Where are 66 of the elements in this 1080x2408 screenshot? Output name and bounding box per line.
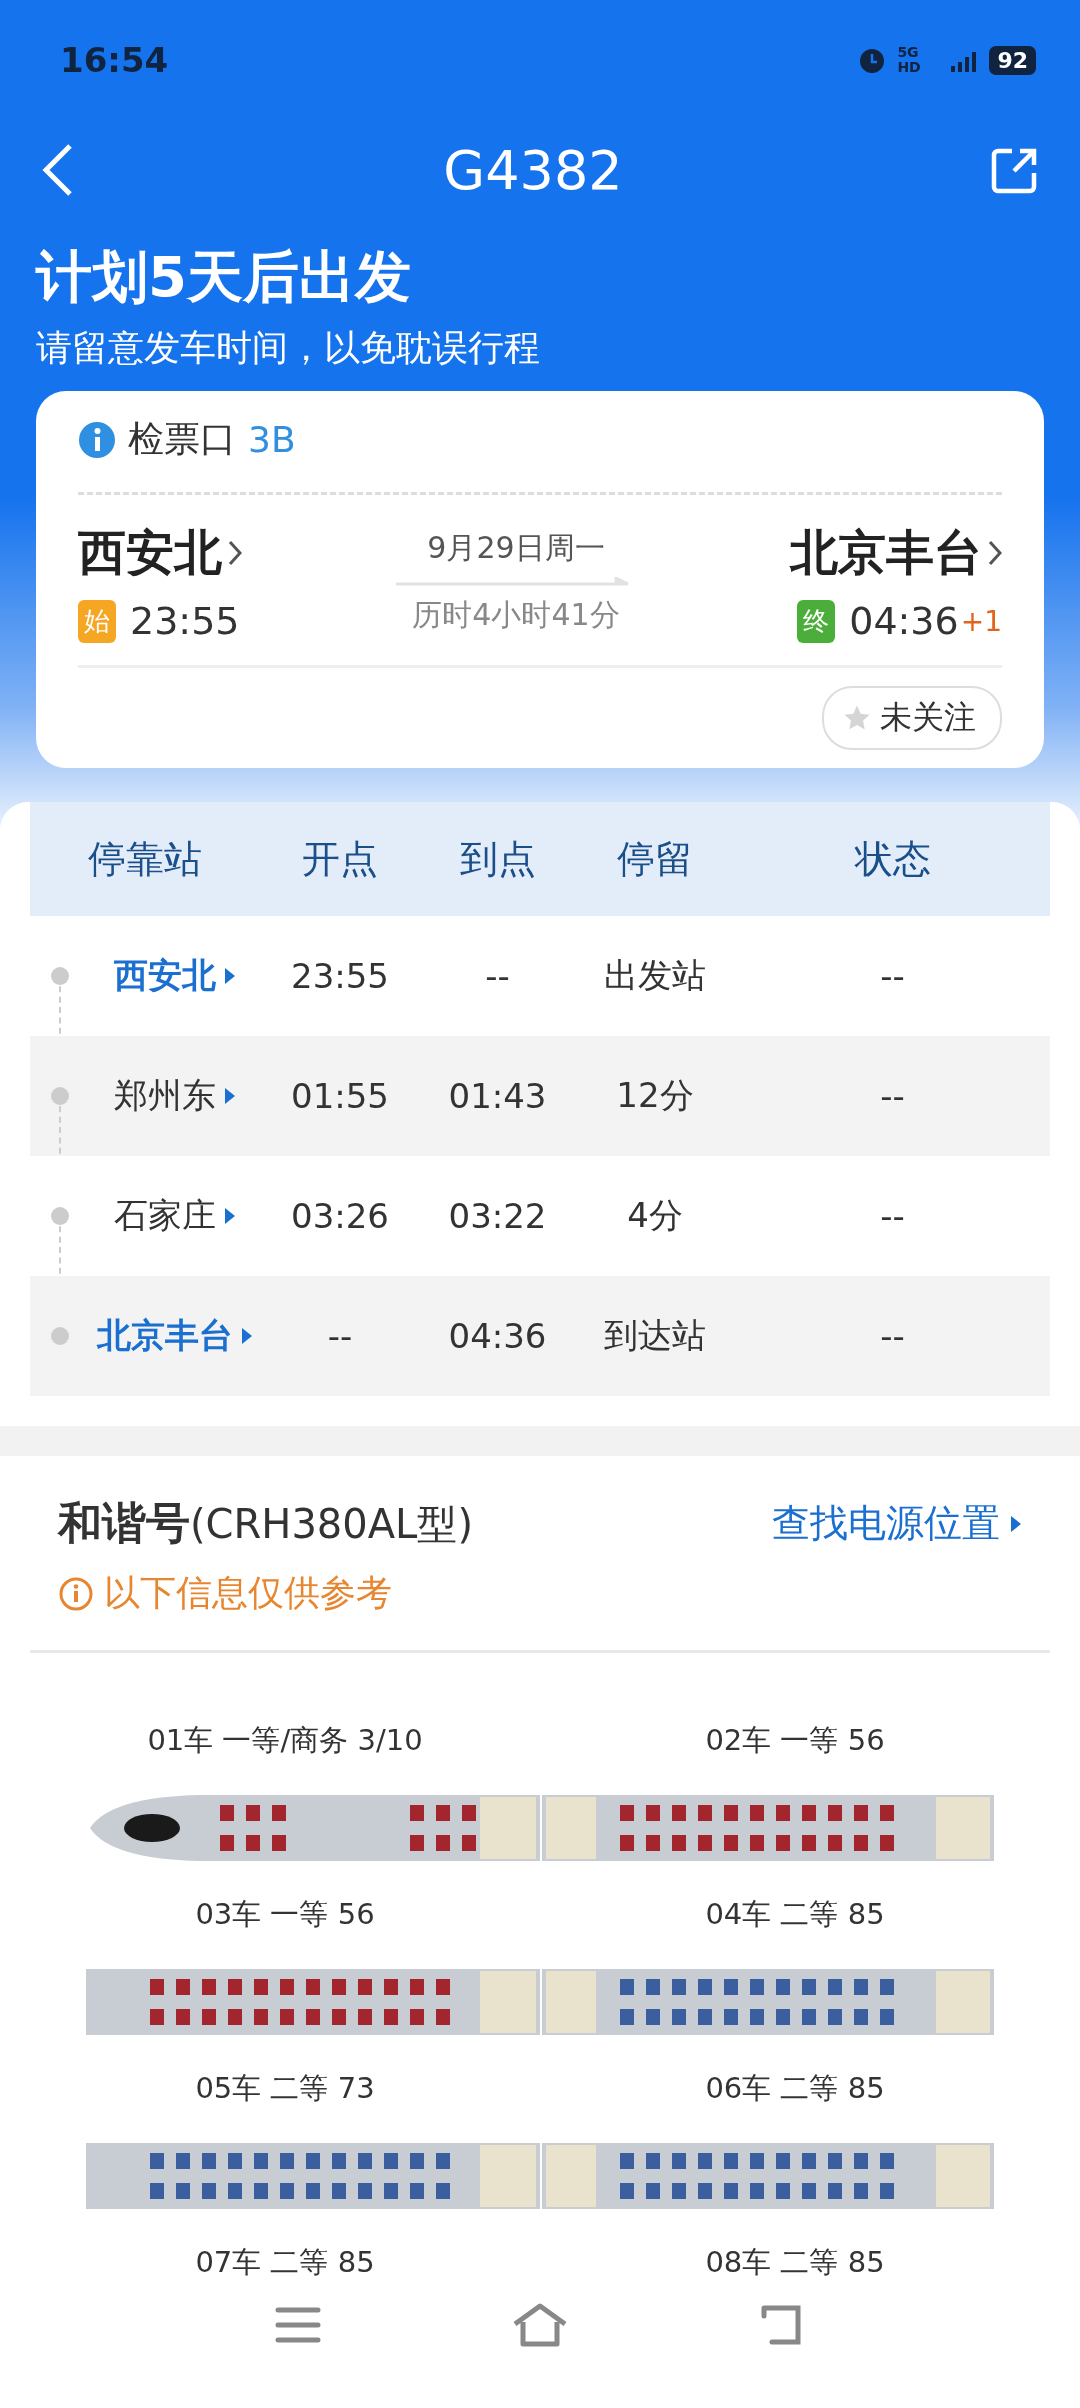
table-cell-text: -- (879, 1316, 906, 1356)
departure-headline: 计划5天后出发 (36, 243, 412, 311)
table-cell-text: 03:22 (447, 1196, 548, 1236)
departure-reminder: 请留意发车时间，以免耽误行程 (36, 326, 541, 370)
battery-level: 92 (989, 45, 1036, 75)
table-cell-text: -- (484, 956, 511, 996)
coach-label: 06车 二等 85 (704, 2070, 886, 2107)
triangle-right-icon (1010, 1514, 1022, 1533)
station-link[interactable]: 北京丰台 (90, 1313, 260, 1359)
coach-label: 07车 二等 85 (194, 2244, 376, 2281)
departure-time: 23:55 (130, 599, 240, 643)
table-cell-text: -- (879, 1076, 906, 1116)
departure-station-link[interactable]: 西安北 (78, 521, 242, 585)
train-model: 和谐号(CRH380AL型) (58, 1496, 473, 1550)
train-number-title: G4382 (443, 138, 623, 202)
table-cell-text: -- (879, 956, 906, 996)
table-cell-text: 01:55 (290, 1076, 390, 1116)
triangle-right-icon (241, 1327, 253, 1345)
day-offset: +1 (960, 604, 1002, 638)
power-location-link[interactable]: 查找电源位置 (772, 1498, 1022, 1549)
coach-label: 01车 一等/商务 3/10 (146, 1722, 424, 1759)
table-cell-text: 01:43 (447, 1076, 548, 1116)
timeline-dot (51, 1327, 69, 1345)
home-button[interactable] (511, 2302, 569, 2348)
menu-button[interactable] (274, 2305, 323, 2345)
info-icon (58, 1575, 94, 1612)
status-time: 16:54 (60, 40, 169, 80)
coach-label: 05车 二等 73 (194, 2070, 376, 2107)
table-cell-text: 4分 (626, 1194, 684, 1237)
follow-button[interactable]: 未关注 (822, 686, 1002, 750)
gate-number: 3B (248, 419, 296, 460)
end-tag: 终 (797, 599, 836, 643)
coach-label: 08车 二等 85 (704, 2244, 886, 2281)
station-link[interactable]: 石家庄 (90, 1193, 260, 1239)
travel-duration: 历时4小时41分 (412, 596, 620, 634)
chevron-right-icon (988, 540, 1002, 566)
triangle-right-icon (224, 1087, 236, 1105)
table-cell-text: 出发站 (603, 954, 707, 997)
start-tag: 始 (78, 599, 116, 643)
table-cell-text: -- (879, 1196, 906, 1236)
triangle-right-icon (224, 967, 236, 985)
table-cell-text: 到达站 (603, 1314, 707, 1357)
table-cell-text: 03:26 (290, 1196, 390, 1236)
triangle-right-icon (224, 1207, 236, 1225)
table-cell-text: 23:55 (290, 956, 390, 996)
table-cell-text: 04:36 (447, 1316, 548, 1356)
coach-label: 02车 一等 56 (704, 1722, 886, 1759)
network-label: 5G HD (897, 44, 922, 76)
arrival-station-link[interactable]: 北京丰台 (790, 521, 1002, 585)
column-header: 状态 (853, 835, 932, 883)
chevron-right-icon (228, 540, 242, 566)
travel-date: 9月29日周一 (427, 529, 605, 567)
column-header: 开点 (301, 835, 379, 883)
station-link[interactable]: 西安北 (90, 953, 260, 999)
column-header: 停靠站 (87, 835, 203, 883)
coach-label: 04车 二等 85 (704, 1896, 886, 1933)
station-link[interactable]: 郑州东 (90, 1073, 260, 1119)
table-cell-text: 12分 (615, 1074, 695, 1117)
column-header: 到点 (458, 835, 537, 883)
arrival-time: 04:36 (849, 599, 959, 643)
gate-label: 检票口 (128, 417, 236, 461)
coach-label: 03车 一等 56 (194, 1896, 376, 1933)
column-header: 停留 (616, 835, 694, 883)
table-cell-text: -- (326, 1316, 354, 1356)
info-icon (78, 420, 116, 459)
reference-note: 以下信息仅供参考 (104, 1571, 392, 1615)
